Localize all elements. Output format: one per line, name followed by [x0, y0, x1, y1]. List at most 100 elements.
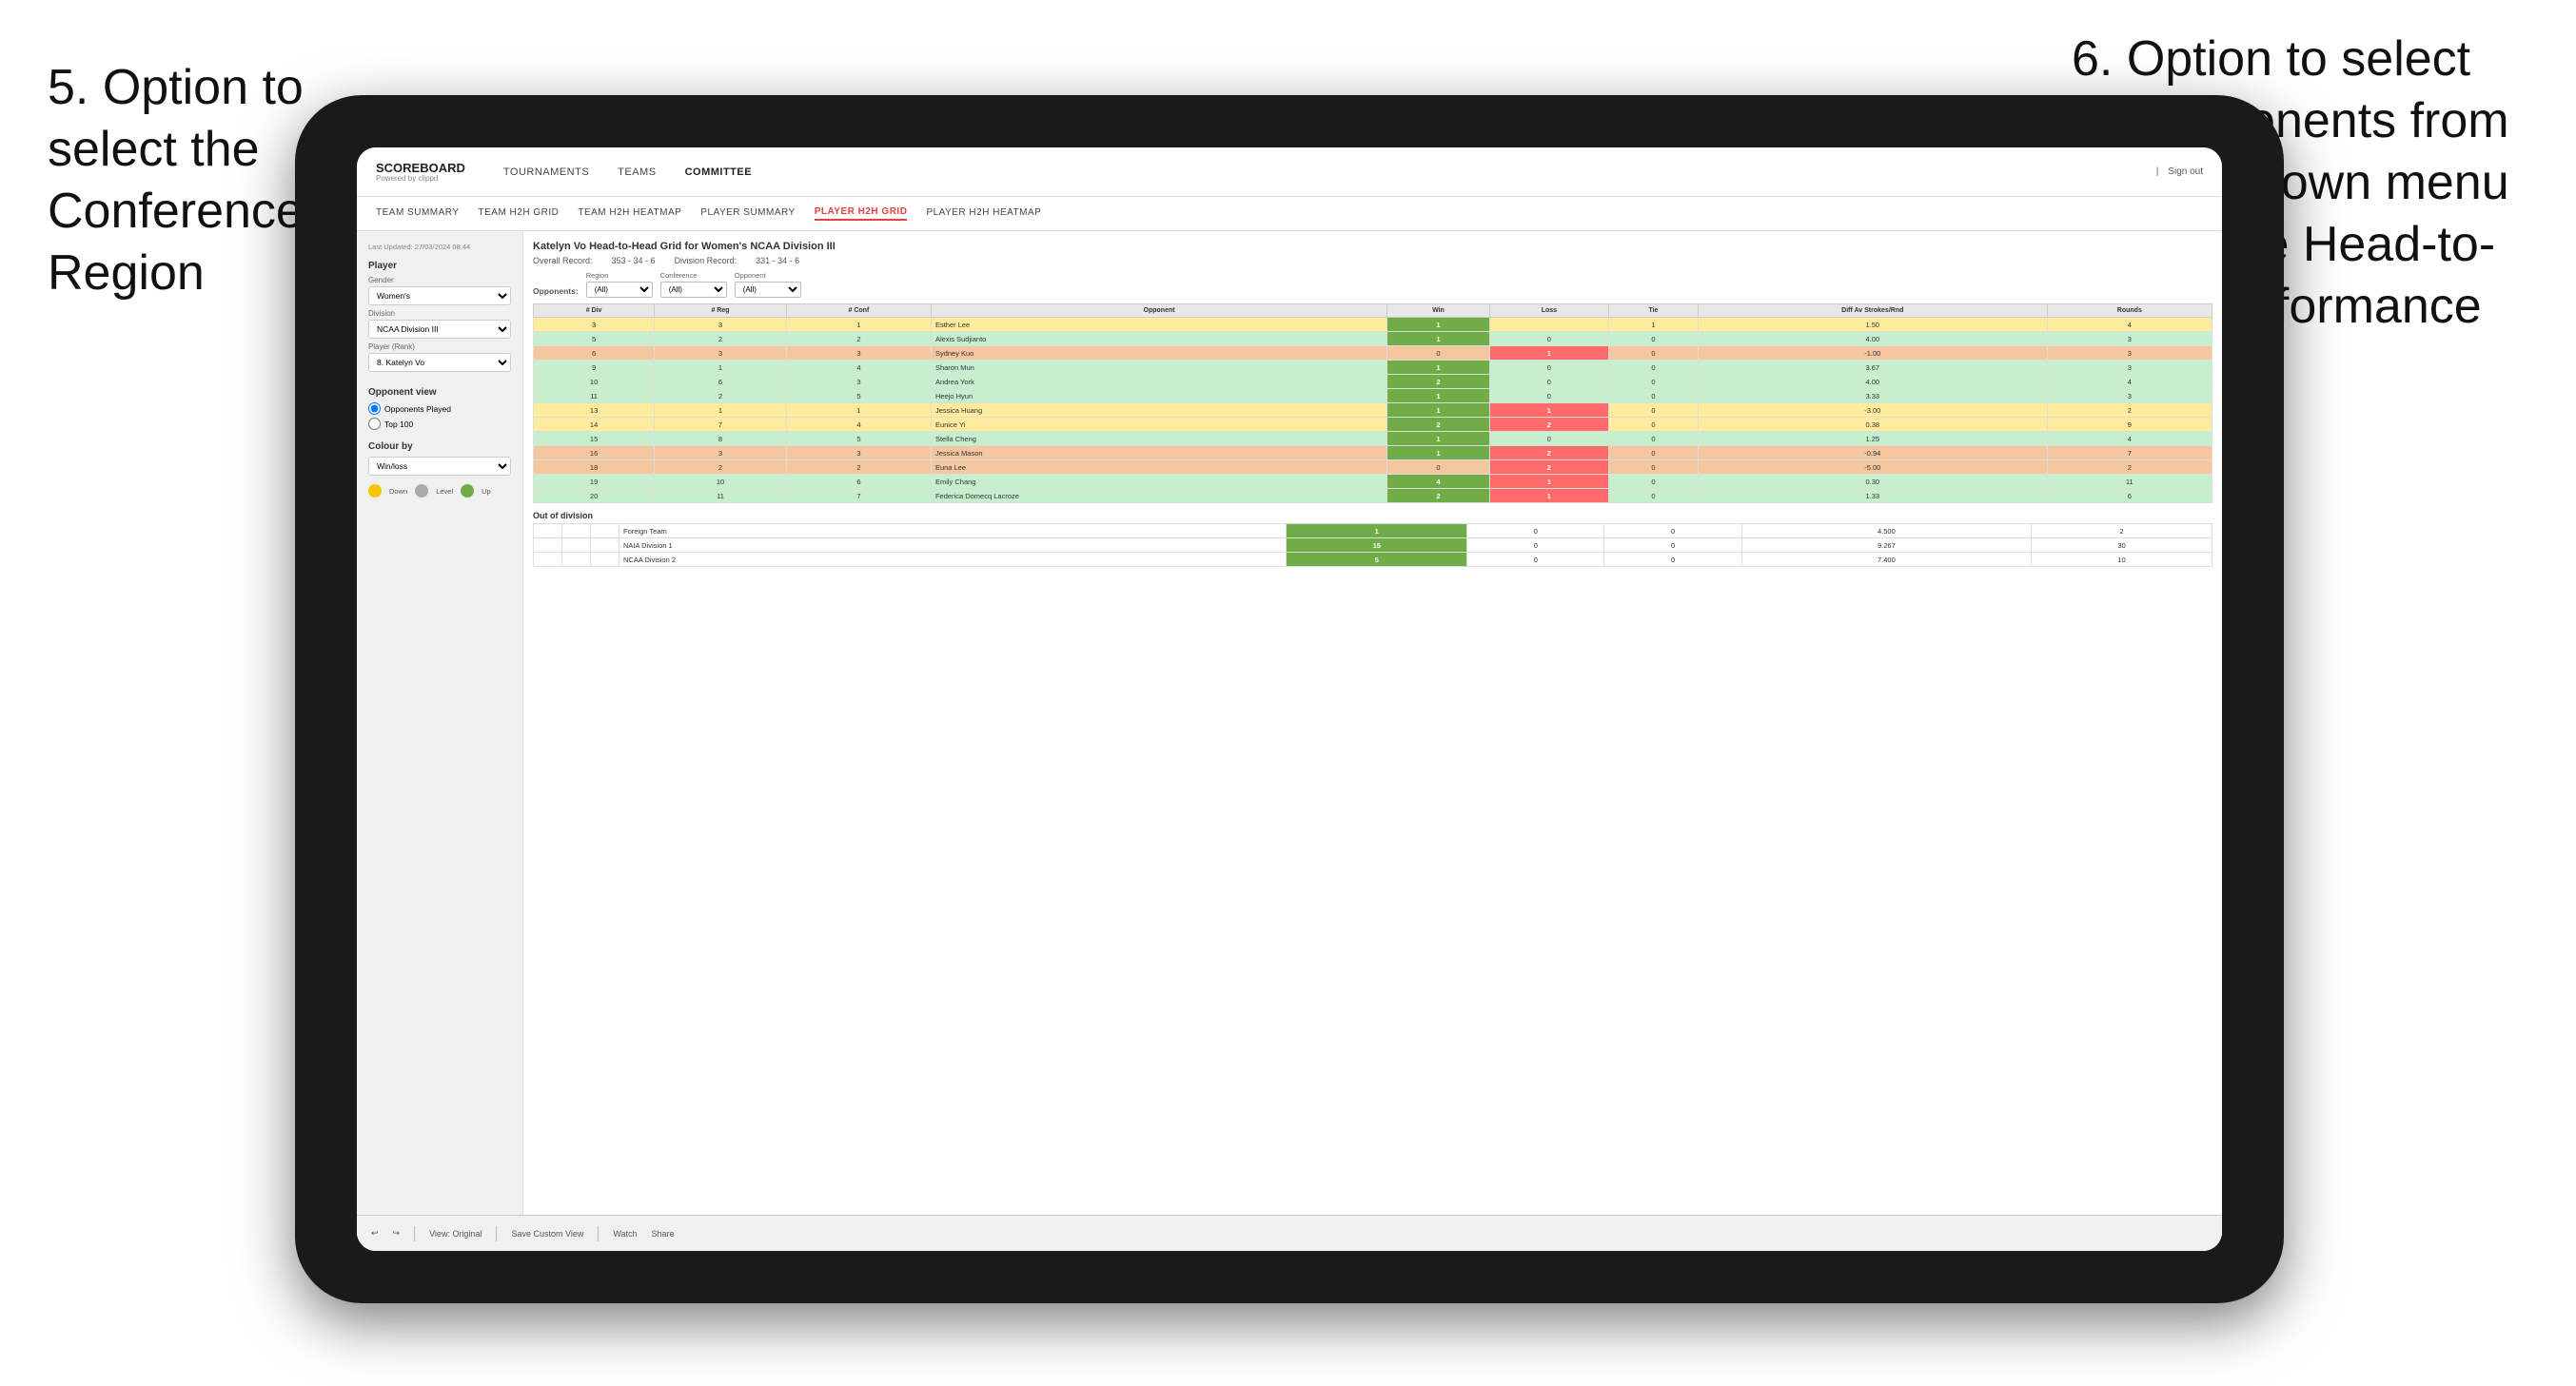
ood-cell: 7.400: [1741, 553, 2031, 567]
out-of-division-table: Foreign Team1004.5002NAIA Division 11500…: [533, 523, 2212, 567]
table-cell: 13: [534, 403, 655, 418]
table-cell: 1.25: [1698, 432, 2047, 446]
table-cell: Eunice Yi: [931, 418, 1386, 432]
watch-btn[interactable]: Watch: [613, 1229, 637, 1239]
col-conf: # Conf: [786, 304, 931, 318]
table-cell: Esther Lee: [931, 318, 1386, 332]
table-cell: 1: [1489, 403, 1608, 418]
table-row: 1822Euna Lee020-5.002: [534, 460, 2212, 475]
subnav-team-h2h-grid[interactable]: TEAM H2H GRID: [479, 207, 560, 220]
sidebar: Last Updated: 27/03/2024 08:44 Player Ge…: [357, 231, 523, 1251]
sub-nav: TEAM SUMMARY TEAM H2H GRID TEAM H2H HEAT…: [357, 197, 2222, 231]
table-cell: Euna Lee: [931, 460, 1386, 475]
division-select[interactable]: NCAA Division III: [368, 320, 511, 339]
down-dot: [368, 484, 382, 498]
table-cell: 2: [655, 389, 787, 403]
table-cell: 6: [534, 346, 655, 361]
subnav-player-h2h-grid[interactable]: PLAYER H2H GRID: [815, 206, 908, 221]
sign-out-link[interactable]: Sign out: [2168, 166, 2203, 177]
subnav-team-h2h-heatmap[interactable]: TEAM H2H HEATMAP: [578, 207, 681, 220]
opponents-played-radio[interactable]: Opponents Played: [368, 402, 511, 415]
player-rank-label: Player (Rank): [368, 342, 511, 351]
save-custom-btn[interactable]: Save Custom View: [523, 1229, 583, 1239]
table-cell: 14: [534, 418, 655, 432]
table-cell: 2: [1387, 375, 1490, 389]
table-cell: 4: [786, 418, 931, 432]
table-cell: Jessica Mason: [931, 446, 1386, 460]
table-cell: 0: [1489, 375, 1608, 389]
division-label: Division: [368, 309, 511, 318]
table-cell: 11: [534, 389, 655, 403]
ood-cell: 15: [1287, 538, 1467, 553]
colour-by-label: Colour by: [368, 441, 511, 452]
table-cell: 4: [2047, 432, 2212, 446]
table-cell: 16: [534, 446, 655, 460]
table-cell: 2: [786, 332, 931, 346]
table-cell: 1: [1387, 446, 1490, 460]
table-cell: 11: [2047, 475, 2212, 489]
table-row: 1633Jessica Mason120-0.947: [534, 446, 2212, 460]
col-tie: Tie: [1609, 304, 1699, 318]
opponent-filter: Opponent (All): [735, 271, 801, 298]
table-row: 914Sharon Mun1003.673: [534, 361, 2212, 375]
table-cell: 0: [1489, 389, 1608, 403]
table-cell: -1.00: [1698, 346, 2047, 361]
table-cell: 11: [655, 489, 787, 503]
level-label: Level: [436, 487, 453, 496]
region-select[interactable]: (All): [586, 282, 653, 298]
table-cell: Andrea York: [931, 375, 1386, 389]
table-row: 1063Andrea York2004.004: [534, 375, 2212, 389]
table-cell: Heejo Hyun: [931, 389, 1386, 403]
nav-tournaments[interactable]: TOURNAMENTS: [503, 166, 589, 178]
subnav-team-summary[interactable]: TEAM SUMMARY: [376, 207, 460, 220]
subnav-player-h2h-heatmap[interactable]: PLAYER H2H HEATMAP: [926, 207, 1041, 220]
table-cell: 0: [1609, 346, 1699, 361]
main-nav: TOURNAMENTS TEAMS COMMITTEE: [503, 166, 752, 178]
table-cell: 4: [786, 361, 931, 375]
table-cell: 1: [1489, 489, 1608, 503]
col-reg: # Reg: [655, 304, 787, 318]
ood-cell: 0: [1467, 538, 1604, 553]
table-cell: 2: [1489, 446, 1608, 460]
table-cell: 1: [1387, 361, 1490, 375]
table-cell: 3: [655, 446, 787, 460]
table-cell: 0: [1489, 432, 1608, 446]
table-cell: 0: [1609, 389, 1699, 403]
table-cell: 1: [1387, 432, 1490, 446]
table-cell: 5: [786, 432, 931, 446]
region-filter: Region (All): [586, 271, 653, 298]
table-cell: 5: [534, 332, 655, 346]
table-cell: -0.94: [1698, 446, 2047, 460]
ood-cell: 0: [1604, 538, 1741, 553]
filter-row: Opponents: Region (All) Conference (All): [533, 271, 2212, 298]
table-cell: 4: [1387, 475, 1490, 489]
table-cell: 0: [1609, 375, 1699, 389]
conference-select[interactable]: (All): [660, 282, 727, 298]
nav-teams[interactable]: TEAMS: [618, 166, 656, 178]
gender-select[interactable]: Women's: [368, 286, 511, 305]
col-rounds: Rounds: [2047, 304, 2212, 318]
h2h-table: # Div # Reg # Conf Opponent Win Loss Tie…: [533, 303, 2212, 503]
table-cell: 0: [1609, 418, 1699, 432]
tablet-frame: SCOREBOARD Powered by clippd TOURNAMENTS…: [295, 95, 2284, 1303]
top-100-radio[interactable]: Top 100: [368, 418, 511, 430]
table-cell: 3: [2047, 332, 2212, 346]
subnav-player-summary[interactable]: PLAYER SUMMARY: [700, 207, 795, 220]
colour-by-select[interactable]: Win/loss: [368, 457, 511, 476]
ood-cell: [534, 553, 562, 567]
nav-committee[interactable]: COMMITTEE: [685, 166, 753, 178]
ood-cell: 5: [1287, 553, 1467, 567]
table-cell: 4.00: [1698, 375, 2047, 389]
opponent-select[interactable]: (All): [735, 282, 801, 298]
division-record: 331 - 34 - 6: [756, 256, 799, 265]
record-row: Overall Record: 353 - 34 - 6 Division Re…: [533, 256, 2212, 265]
player-rank-select[interactable]: 8. Katelyn Vo: [368, 353, 511, 372]
report-title: Katelyn Vo Head-to-Head Grid for Women's…: [533, 241, 836, 252]
share-btn[interactable]: Share: [652, 1229, 675, 1239]
table-cell: 19: [534, 475, 655, 489]
col-win: Win: [1387, 304, 1490, 318]
table-row: 633Sydney Kuo010-1.003: [534, 346, 2212, 361]
ood-cell: 2: [2032, 524, 2212, 538]
table-cell: 9: [2047, 418, 2212, 432]
header-right: | Sign out: [2156, 166, 2203, 177]
